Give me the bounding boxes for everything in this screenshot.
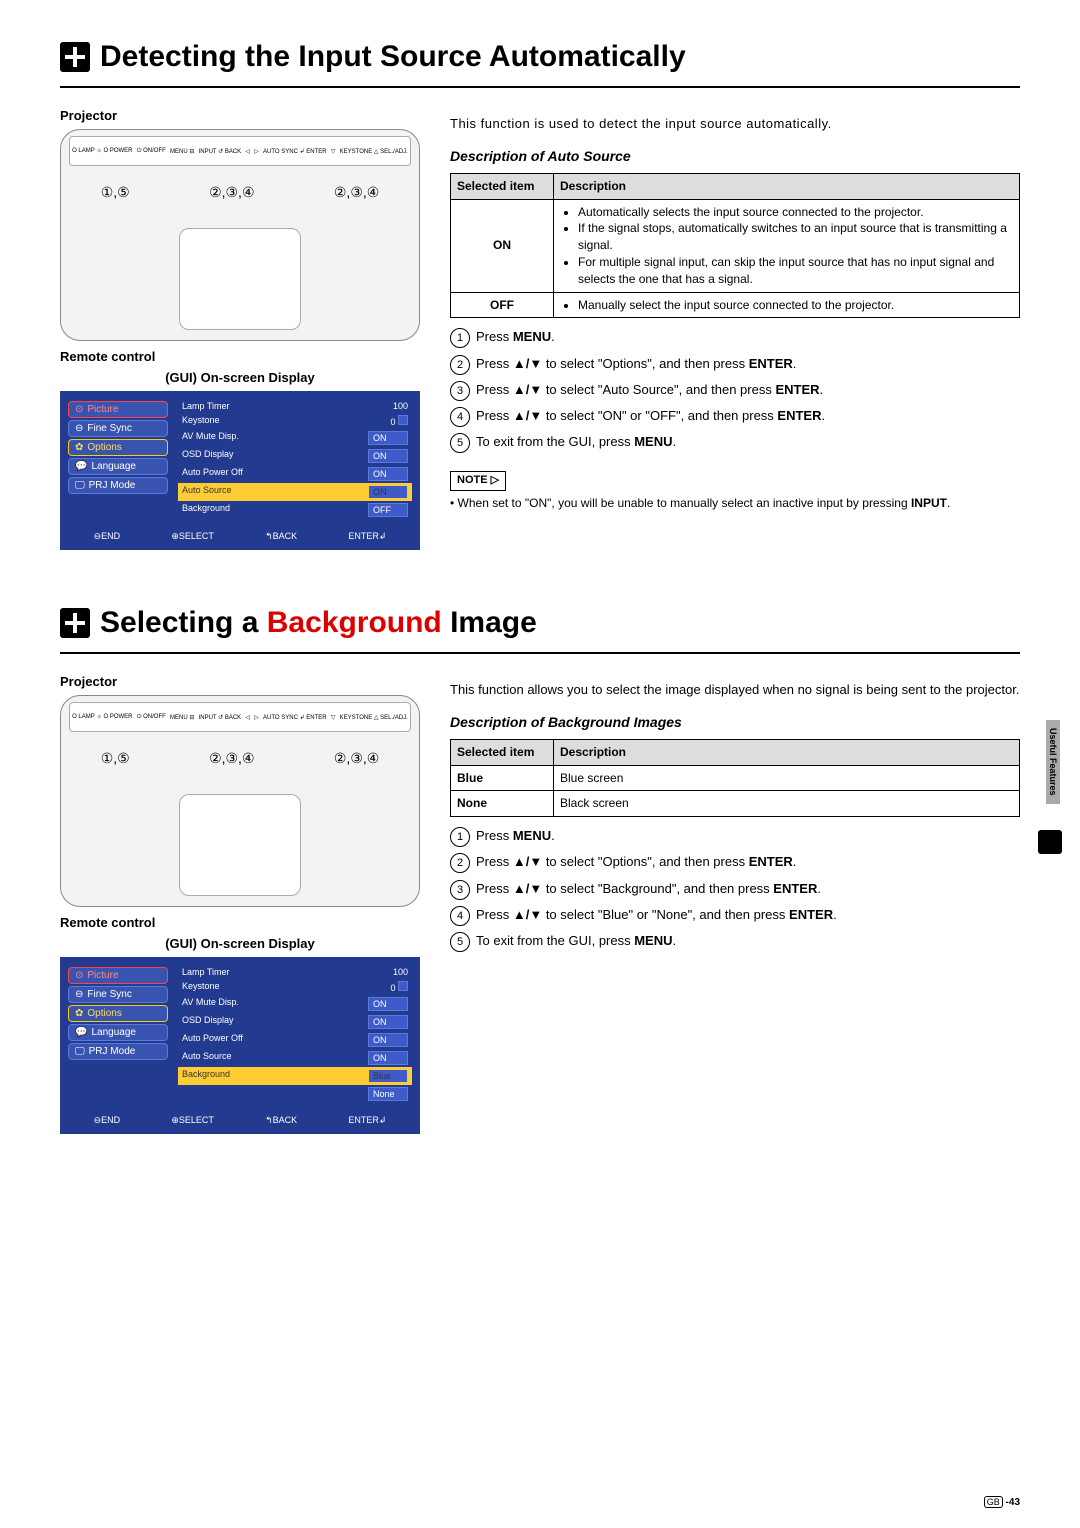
gui-label: (GUI) On-screen Display	[60, 936, 420, 951]
callout-left: ①,⑤	[101, 750, 130, 767]
gui-tab: ⊙ Picture	[68, 967, 168, 984]
callout-right: ②,③,④	[334, 750, 379, 767]
step-2: Press ▲/▼ to select "Options", and then …	[450, 355, 1020, 373]
callout-mid: ②,③,④	[209, 750, 254, 767]
feature-icon	[60, 42, 90, 72]
step-1: Press MENU.	[450, 328, 1020, 346]
step-3: Press ▲/▼ to select "Background", and th…	[450, 880, 1020, 898]
projector-label: Projector	[60, 108, 420, 123]
intro-text: This function is used to detect the inpu…	[450, 115, 1020, 133]
callout-left: ①,⑤	[101, 184, 130, 201]
gui-onscreen-1: ⊙ Picture ⊖ Fine Sync ✿ Options 💬 Langua…	[60, 391, 420, 550]
gui-tab: ⊖ Fine Sync	[68, 986, 168, 1003]
gui-label: (GUI) On-screen Display	[60, 370, 420, 385]
step-4: Press ▲/▼ to select "ON" or "OFF", and t…	[450, 407, 1020, 425]
gui-tab: ✿ Options	[68, 439, 168, 456]
step-4: Press ▲/▼ to select "Blue" or "None", an…	[450, 906, 1020, 924]
projector-top-panel: O LAMP ☼ O POWER⏻ ON/OFFMENU ⊟INPUT ↺ BA…	[69, 136, 411, 166]
section1-title: Detecting the Input Source Automatically	[100, 40, 686, 74]
step-3: Press ▲/▼ to select "Auto Source", and t…	[450, 381, 1020, 399]
step-5: To exit from the GUI, press MENU.	[450, 433, 1020, 451]
gui-tab: 💬 Language	[68, 1024, 168, 1041]
projector-diagram: O LAMP ☼ O POWER⏻ ON/OFFMENU ⊟INPUT ↺ BA…	[60, 129, 420, 341]
gui-tab: ⊙ Picture	[68, 401, 168, 418]
projector-label: Projector	[60, 674, 420, 689]
step-5: To exit from the GUI, press MENU.	[450, 932, 1020, 950]
gui-tab: ✿ Options	[68, 1005, 168, 1022]
gui-tab: 🖵 PRJ Mode	[68, 477, 168, 494]
gui-onscreen-2: ⊙ Picture ⊖ Fine Sync ✿ Options 💬 Langua…	[60, 957, 420, 1134]
feature-icon	[60, 608, 90, 638]
step-1: Press MENU.	[450, 827, 1020, 845]
projector-top-panel: O LAMP ☼ O POWER⏻ ON/OFFMENU ⊟INPUT ↺ BA…	[69, 702, 411, 732]
gui-tab: ⊖ Fine Sync	[68, 420, 168, 437]
page-footer: GB -43	[984, 1497, 1020, 1508]
note-label: NOTE ▷	[450, 471, 506, 490]
rule	[60, 86, 1020, 88]
desc-heading: Description of Auto Source	[450, 147, 1020, 167]
gui-tab: 🖵 PRJ Mode	[68, 1043, 168, 1060]
remote-body	[179, 794, 301, 896]
step-2: Press ▲/▼ to select "Options", and then …	[450, 853, 1020, 871]
steps-list: Press MENU. Press ▲/▼ to select "Options…	[450, 827, 1020, 950]
note-text: • When set to "ON", you will be unable t…	[450, 495, 1020, 512]
rule	[60, 652, 1020, 654]
remote-label: Remote control	[60, 915, 420, 930]
side-tab-icon	[1038, 830, 1062, 854]
remote-body	[179, 228, 301, 330]
projector-diagram: O LAMP ☼ O POWER⏻ ON/OFFMENU ⊟INPUT ↺ BA…	[60, 695, 420, 907]
callout-mid: ②,③,④	[209, 184, 254, 201]
description-table: Selected itemDescription ON Automaticall…	[450, 173, 1020, 319]
section2-title: Selecting a Background Image	[100, 606, 537, 640]
intro-text: This function allows you to select the i…	[450, 681, 1020, 699]
description-table: Selected itemDescription BlueBlue screen…	[450, 739, 1020, 817]
side-tab: Useful Features	[1046, 720, 1060, 804]
remote-label: Remote control	[60, 349, 420, 364]
gui-tab: 💬 Language	[68, 458, 168, 475]
callout-right: ②,③,④	[334, 184, 379, 201]
steps-list: Press MENU. Press ▲/▼ to select "Options…	[450, 328, 1020, 451]
desc-heading: Description of Background Images	[450, 713, 1020, 733]
